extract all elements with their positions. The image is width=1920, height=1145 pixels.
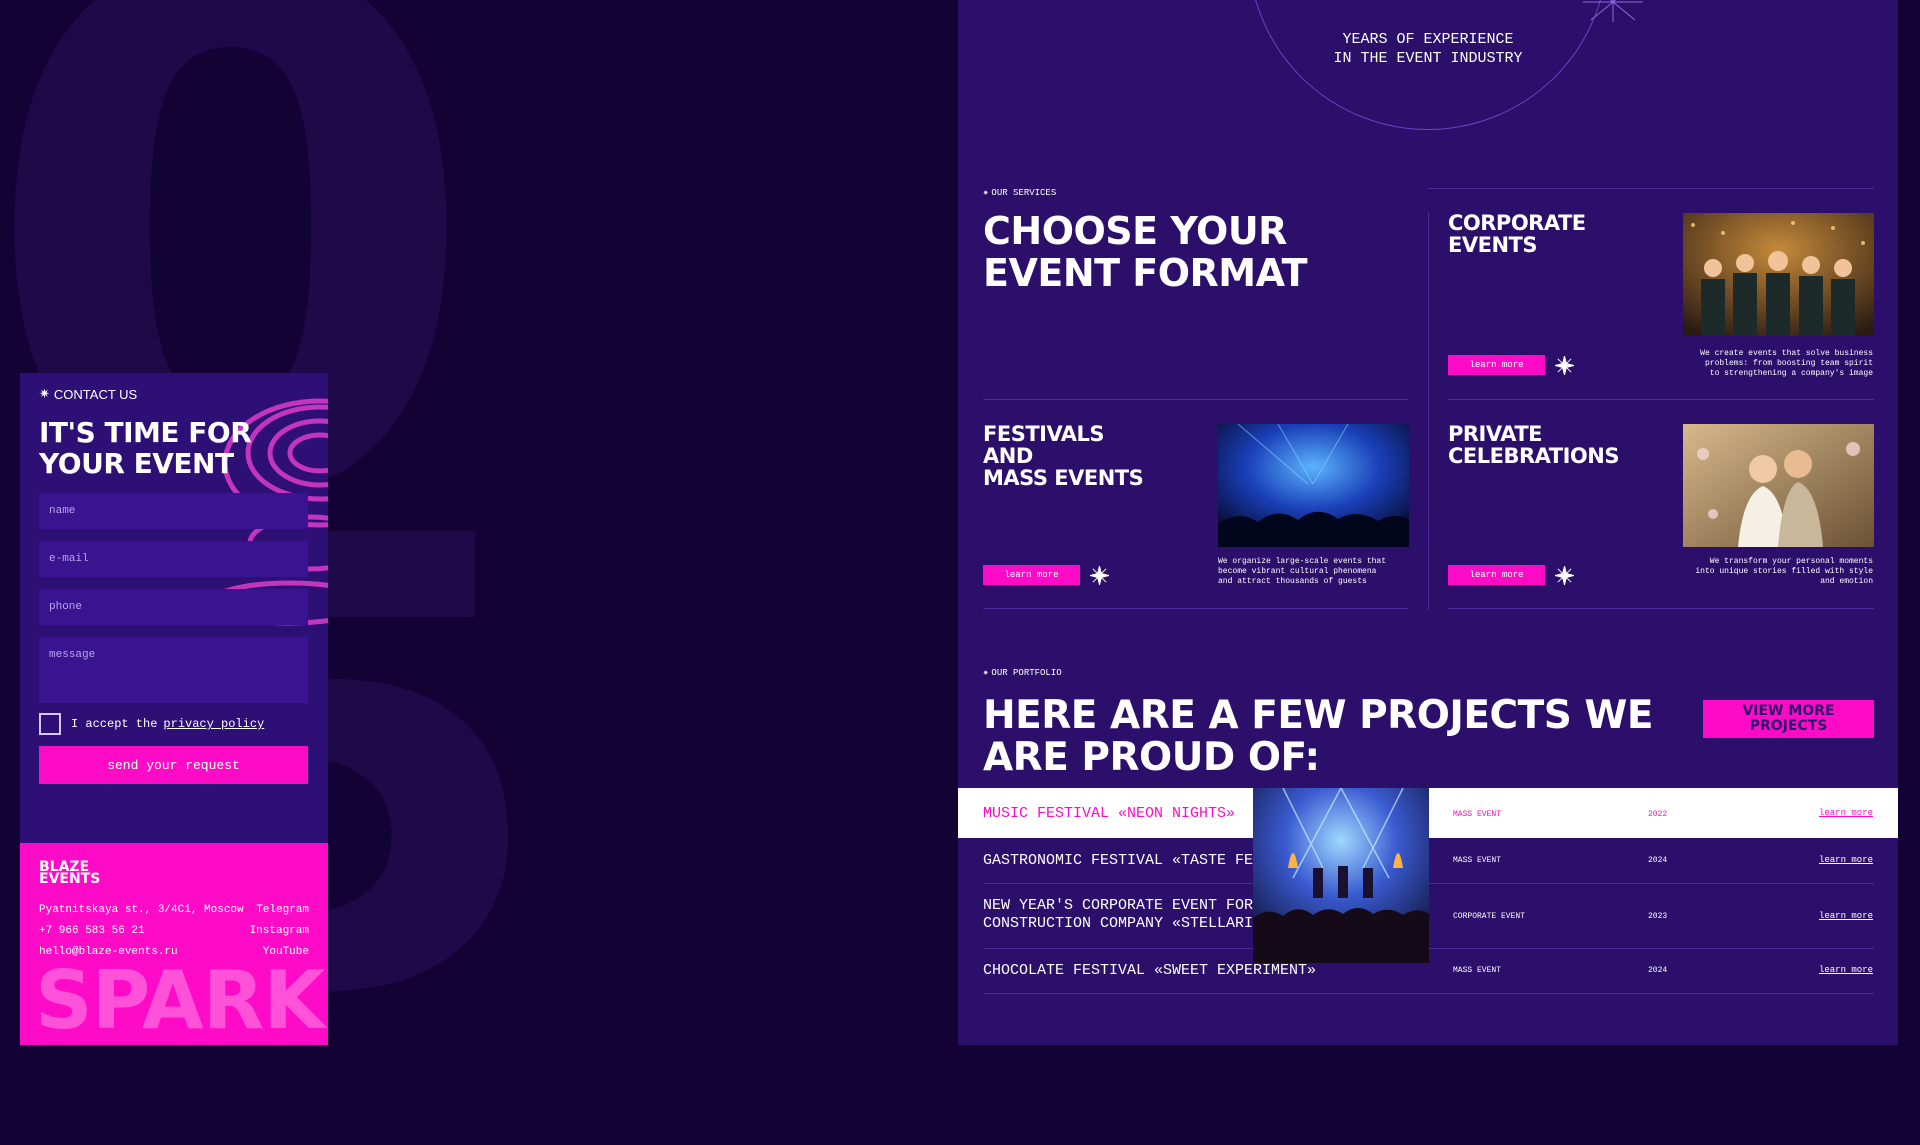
consent-text: I accept the [71, 717, 158, 731]
services-eyebrow-label: OUR SERVICES [991, 188, 1057, 198]
service-title-line: FESTIVALS [983, 422, 1105, 446]
divider [1448, 608, 1874, 609]
name-input[interactable] [39, 493, 308, 529]
project-type: MASS EVENT [1453, 810, 1502, 819]
send-request-button[interactable]: send your request [39, 746, 308, 784]
project-year: 2024 [1648, 856, 1668, 865]
contact-title-line1: IT'S TIME FOR [39, 416, 252, 449]
service-title-line: EVENTS [1448, 233, 1537, 257]
project-name: MUSIC FESTIVAL «NEON NIGHTS» [983, 805, 1236, 822]
services-title: CHOOSE YOUR EVENT FORMAT [983, 209, 1308, 295]
service-desc-festivals: We organize large-scale events that beco… [1218, 557, 1387, 586]
blaze-logo[interactable]: BLAZE EVENTS [39, 860, 101, 887]
view-more-line1: VIEW MORE [1742, 703, 1835, 719]
corporate-event-photo [1683, 213, 1874, 336]
concert-photo [1253, 788, 1429, 963]
privacy-policy-link[interactable]: privacy policy [163, 717, 264, 731]
services-title-line2: EVENT FORMAT [983, 251, 1308, 295]
project-name: GASTRONOMIC FESTIVAL «TASTE FEST» [983, 852, 1281, 869]
contact-eyebrow-label: CONTACT US [53, 386, 138, 402]
project-type: MASS EVENT [1453, 966, 1502, 975]
view-more-line2: PROJECTS [1749, 718, 1828, 734]
divider [1428, 212, 1429, 610]
project-type: MASS EVENT [1453, 856, 1502, 865]
service-title-festivals: FESTIVALS AND MASS EVENTS [983, 422, 1144, 490]
learn-more-button[interactable]: learn more [1448, 355, 1545, 375]
portfolio-eyebrow-label: OUR PORTFOLIO [991, 668, 1062, 678]
telegram-link[interactable]: Telegram [250, 900, 309, 921]
experience-line1: YEARS OF EXPERIENCE [1342, 31, 1514, 48]
divider [983, 608, 1408, 609]
sparkle-icon: ✷ [39, 386, 50, 401]
project-name-line1: NEW YEAR'S CORPORATE EVENT FOR A [983, 897, 1272, 914]
sparkle-icon [1090, 566, 1109, 585]
phone-input[interactable] [39, 589, 308, 625]
sparkle-icon [1583, 0, 1643, 22]
sparkle-icon [1555, 566, 1574, 585]
privacy-consent: I accept the privacy policy [39, 713, 264, 735]
service-title-line: CELEBRATIONS [1448, 444, 1619, 468]
service-title-line: CORPORATE [1448, 211, 1586, 235]
contact-card: ✷ CONTACT US IT'S TIME FOR YOUR EVENT I … [20, 373, 328, 1045]
service-title-corporate: CORPORATE EVENTS [1448, 212, 1586, 256]
spark-wordmark: SPARK [35, 954, 325, 1045]
sparkle-icon: ✷ [983, 668, 989, 678]
service-desc-corporate: We create events that solve business pro… [1700, 349, 1873, 378]
service-title-line: AND [983, 444, 1033, 468]
privacy-checkbox[interactable] [39, 713, 61, 735]
services-eyebrow: ✷ OUR SERVICES [983, 188, 1056, 198]
address-text: Pyatnitskaya st., 3/4C1, Moscow [39, 904, 244, 916]
project-year: 2023 [1648, 912, 1668, 921]
sparkle-icon [1555, 356, 1574, 375]
message-input[interactable] [39, 637, 308, 703]
contact-footer: BLAZE EVENTS Pyatnitskaya st., 3/4C1, Mo… [20, 843, 328, 1045]
project-type: CORPORATE EVENT [1453, 912, 1526, 921]
project-year: 2024 [1648, 966, 1668, 975]
learn-more-button[interactable]: learn more [1448, 565, 1545, 585]
festival-photo [1218, 424, 1409, 547]
service-desc-private: We transform your personal moments into … [1695, 557, 1873, 586]
email-input[interactable] [39, 541, 308, 577]
service-title-line: MASS EVENTS [983, 466, 1144, 490]
service-title-line: PRIVATE [1448, 422, 1543, 446]
service-title-private: PRIVATE CELEBRATIONS [1448, 423, 1619, 467]
celebration-photo [1683, 424, 1874, 547]
divider [1448, 399, 1874, 400]
project-name: NEW YEAR'S CORPORATE EVENT FOR A CONSTRU… [983, 897, 1271, 933]
experience-caption: YEARS OF EXPERIENCE IN THE EVENT INDUSTR… [1328, 30, 1528, 68]
portfolio-eyebrow: ✷ OUR PORTFOLIO [983, 668, 1062, 678]
contact-title: IT'S TIME FOR YOUR EVENT [39, 416, 252, 480]
logo-line2: EVENTS [39, 871, 101, 887]
site-preview: YEARS OF EXPERIENCE IN THE EVENT INDUSTR… [958, 0, 1898, 1045]
experience-line2: IN THE EVENT INDUSTRY [1333, 50, 1523, 67]
project-learn-more-link[interactable]: learn more [1819, 808, 1873, 818]
project-year: 2022 [1648, 810, 1668, 819]
contact-eyebrow: ✷ CONTACT US [39, 386, 137, 402]
phone-link[interactable]: +7 966 583 56 21 [39, 921, 244, 942]
view-more-projects-button[interactable]: VIEW MORE PROJECTS [1703, 700, 1874, 738]
instagram-link[interactable]: Instagram [250, 921, 309, 942]
divider [983, 399, 1408, 400]
project-learn-more-link[interactable]: learn more [1819, 855, 1873, 865]
project-name-line2: CONSTRUCTION COMPANY «STELLARIS» [983, 915, 1272, 932]
services-title-line1: CHOOSE YOUR [983, 209, 1287, 253]
project-name: CHOCOLATE FESTIVAL «SWEET EXPERIMENT» [983, 962, 1317, 979]
sparkle-icon: ✷ [983, 188, 989, 198]
divider [1428, 188, 1874, 189]
portfolio-title: HERE ARE A FEW PROJECTS WE ARE PROUD OF: [983, 693, 1654, 780]
learn-more-button[interactable]: learn more [983, 565, 1080, 585]
project-learn-more-link[interactable]: learn more [1819, 911, 1873, 921]
project-learn-more-link[interactable]: learn more [1819, 965, 1873, 975]
contact-title-line2: YOUR EVENT [39, 447, 234, 480]
divider [983, 993, 1874, 994]
